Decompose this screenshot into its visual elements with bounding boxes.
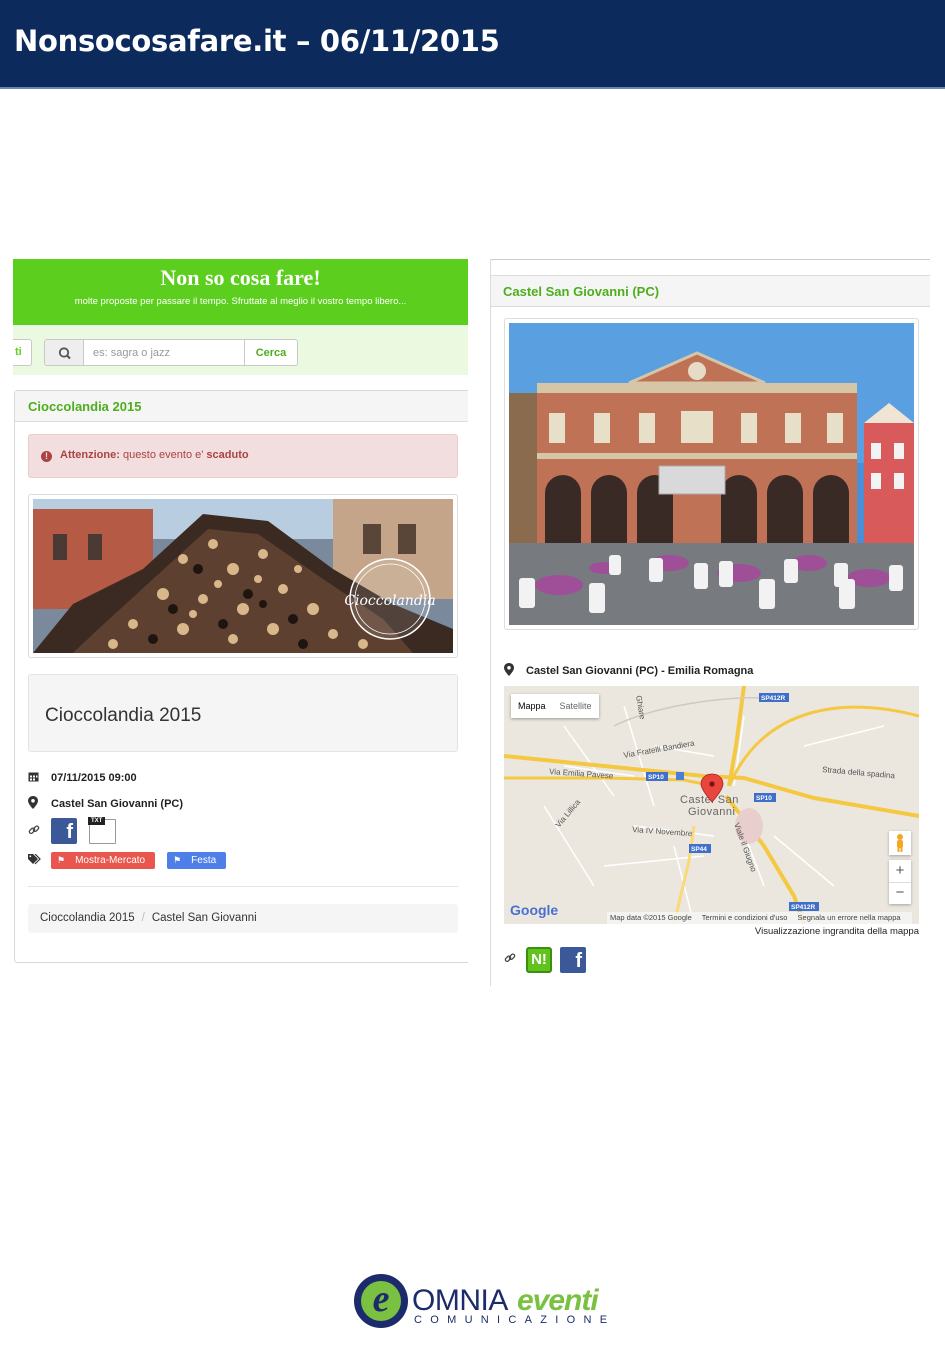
town-label: Giovanni (688, 806, 735, 818)
breadcrumb: Cioccolandia 2015 / Castel San Giovanni (28, 904, 458, 933)
calendar-icon (28, 771, 40, 785)
map-marker-icon (504, 663, 516, 679)
tags-icon (28, 853, 41, 868)
road-badge: SP44 (691, 846, 707, 853)
map-type-tabs: Mappa Satellite (511, 694, 599, 718)
location-text: Castel San Giovanni (PC) - Emilia Romagn… (526, 665, 754, 677)
logo-e-letter: e (361, 1280, 401, 1321)
location-panel-title: Castel San Giovanni (PC) (491, 275, 930, 307)
terms-link[interactable]: Termini e condizioni d'uso (702, 913, 788, 922)
map-marker-icon (28, 796, 40, 812)
header-banner: Nonsocosafare.it – 06/11/2015 (0, 0, 945, 89)
nonsocosafare-share-icon[interactable]: N! (526, 947, 552, 973)
breadcrumb-item[interactable]: Cioccolandia 2015 (40, 912, 135, 924)
search-icon (44, 339, 84, 366)
link-icon (28, 824, 40, 839)
tag-mostra-mercato[interactable]: ⚑ Mostra-Mercato (51, 852, 156, 869)
location-page-screenshot: Castel San Giovanni (PC) Castel San Giov… (490, 259, 930, 986)
divider (28, 886, 458, 887)
map-footer: Map data ©2015 Google Termini e condizio… (607, 912, 912, 924)
tab-map[interactable]: Mappa (511, 694, 553, 718)
event-tags-row: ⚑ Mostra-Mercato ⚑ Festa (28, 852, 238, 869)
site-title[interactable]: Non so cosa fare! (13, 259, 468, 291)
road-badge: SP412R (761, 695, 786, 702)
search-group: es: sagra o jazz Cerca (44, 339, 298, 366)
event-place-row: Castel San Giovanni (PC) (28, 796, 183, 812)
alert-label: Attenzione: (60, 449, 120, 461)
google-logo: Google (510, 902, 559, 918)
image-watermark: Cioccolandia (344, 593, 435, 609)
facebook-share-icon[interactable]: f (560, 947, 586, 973)
alert-text: questo evento e' (122, 449, 204, 461)
event-panel-title: Cioccolandia 2015 (15, 391, 468, 422)
tab-satellite[interactable]: Satellite (553, 694, 599, 718)
event-place: Castel San Giovanni (PC) (51, 798, 184, 810)
road-badge: SP10 (756, 795, 772, 802)
event-date: 07/11/2015 09:00 (51, 772, 137, 784)
logo-omnia-text: OMNIA (412, 1284, 508, 1317)
omnia-eventi-logo: e OMNIA eventi COMUNICAZIONE (354, 1274, 607, 1330)
location-row: Castel San Giovanni (PC) - Emilia Romagn… (504, 663, 753, 679)
bigger-map-link[interactable]: Visualizzazione ingrandita della mappa (504, 926, 919, 937)
logo-e-mark: e (354, 1274, 408, 1328)
search-bar: ti es: sagra o jazz Cerca (13, 325, 468, 375)
tag-label: Festa (191, 855, 217, 866)
road-badge: SP412R (791, 904, 816, 911)
event-page-screenshot: Non so cosa fare! molte proposte per pas… (13, 259, 468, 964)
event-image[interactable]: Cioccolandia (28, 494, 458, 658)
site-subtitle: molte proposte per passare il tempo. Sfr… (74, 296, 407, 307)
text-document-icon[interactable]: TXT (88, 816, 116, 844)
tag-icon: ⚑ (173, 855, 182, 865)
alert-status: scaduto (206, 449, 249, 461)
divider (491, 259, 930, 260)
zoom-in-button[interactable]: + (889, 860, 911, 882)
tag-label: Mostra-Mercato (75, 855, 146, 866)
site-header: Non so cosa fare! molte proposte per pas… (13, 259, 468, 325)
tag-icon: ⚑ (57, 855, 66, 865)
event-date-row: 07/11/2015 09:00 (28, 771, 137, 785)
zoom-out-button[interactable]: − (889, 882, 911, 904)
event-panel: Cioccolandia 2015 ! Attenzione: questo ev… (14, 390, 468, 963)
street-view-pegman-icon[interactable] (889, 831, 911, 855)
link-icon (504, 951, 516, 969)
google-map[interactable]: Via Emilia Pavese Via Fratelli Bandiera … (504, 686, 919, 924)
search-button[interactable]: Cerca (245, 339, 298, 366)
map-data-text: Map data ©2015 Google (610, 913, 692, 922)
tag-festa[interactable]: ⚑ Festa (167, 852, 227, 869)
zoom-controls: + − (889, 860, 911, 904)
event-links-row: f TXT (28, 816, 116, 844)
logo-comunicazione-text: COMUNICAZIONE (414, 1314, 616, 1326)
report-error-link[interactable]: Segnala un errore nella mappa (798, 913, 901, 922)
banner-title: Nonsocosafare.it – 06/11/2015 (14, 24, 500, 58)
share-row: N! f (504, 947, 586, 973)
search-input[interactable]: es: sagra o jazz (84, 339, 245, 366)
doc-label: TXT (88, 816, 106, 825)
expired-alert: ! Attenzione: questo evento e' scaduto (28, 434, 458, 478)
exclamation-icon: ! (41, 451, 52, 462)
facebook-share-icon[interactable]: f (51, 818, 77, 844)
road-badge: SP10 (648, 774, 664, 781)
logo-eventi-text: eventi (517, 1284, 599, 1317)
event-title-box: Cioccolandia 2015 (28, 674, 458, 752)
prev-nav-button[interactable]: ti (13, 339, 32, 366)
town-photo[interactable] (504, 318, 919, 630)
breadcrumb-item[interactable]: Castel San Giovanni (152, 912, 257, 924)
breadcrumb-separator: / (141, 912, 145, 924)
